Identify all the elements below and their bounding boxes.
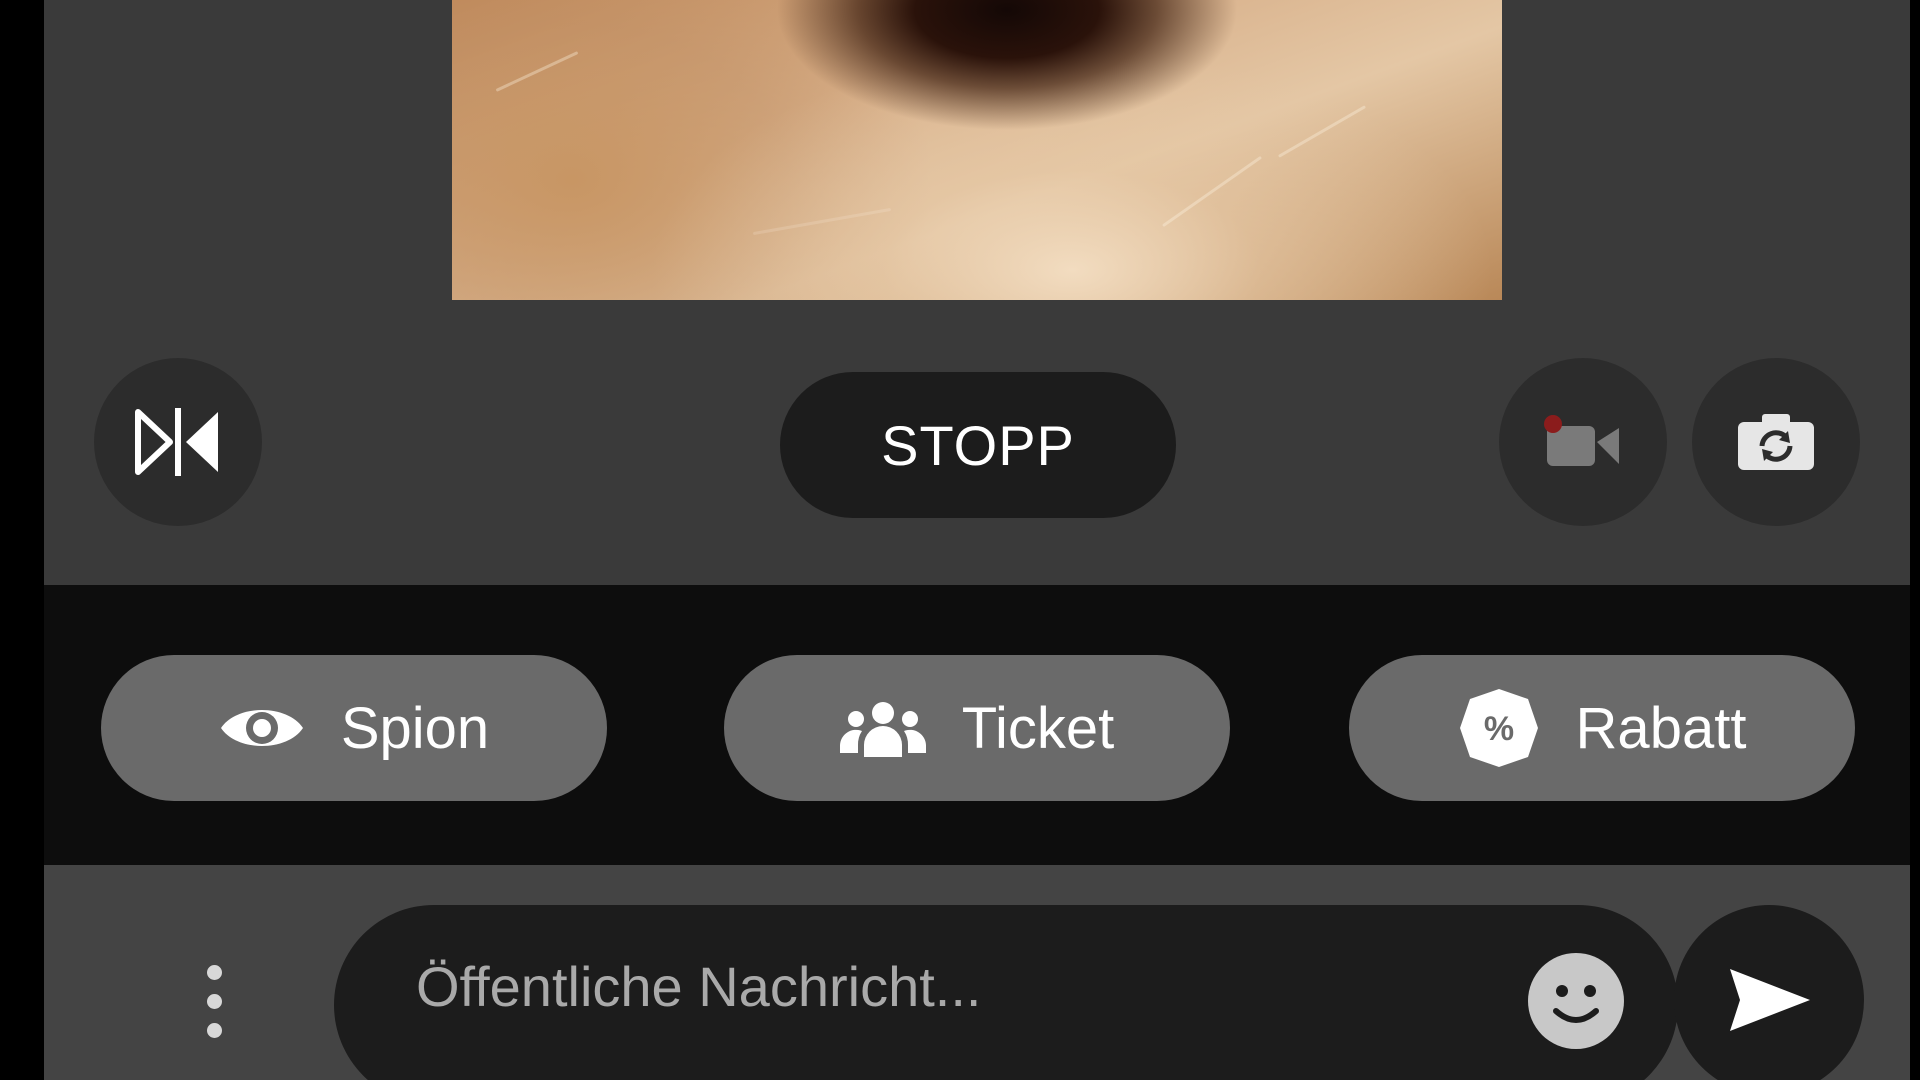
send-button[interactable] [1674, 905, 1864, 1080]
spion-button[interactable]: Spion [101, 655, 607, 801]
switch-camera-button[interactable] [1692, 358, 1860, 526]
spion-label: Spion [340, 695, 490, 761]
percent-badge-icon: % [1459, 689, 1538, 767]
eye-icon [220, 710, 303, 746]
quick-actions: Spion Ticket % Rabatt [44, 585, 1910, 865]
smiley-icon [1553, 985, 1599, 1023]
more-vertical-icon[interactable] [184, 965, 244, 1080]
record-button[interactable] [1499, 358, 1667, 526]
emoji-button[interactable] [1528, 953, 1624, 1049]
rabatt-button[interactable]: % Rabatt [1349, 655, 1855, 801]
message-input-container [334, 905, 1678, 1080]
camera-switch-icon [1738, 414, 1814, 470]
stream-controls: STOPP [44, 300, 1910, 585]
public-message-input[interactable] [414, 940, 1468, 1032]
svg-text:%: % [1483, 710, 1513, 748]
video-record-icon [1544, 415, 1619, 466]
screen: STOPP Spion Ticket % Rabatt Öffentliche … [0, 0, 1920, 1080]
flip-horizontal-icon [135, 408, 218, 476]
video-area [44, 0, 1910, 303]
camera-preview [452, 0, 1502, 303]
stop-button[interactable]: STOPP [780, 372, 1176, 518]
ticket-label: Ticket [961, 695, 1115, 761]
message-bar [44, 865, 1910, 1080]
live-stream-panel: STOPP Spion Ticket % Rabatt Öffentliche … [44, 0, 1910, 1080]
ticket-button[interactable]: Ticket [724, 655, 1230, 801]
rabatt-label: Rabatt [1575, 695, 1747, 761]
group-icon [839, 702, 926, 757]
send-icon [1730, 969, 1810, 1031]
mirror-button[interactable] [94, 358, 262, 526]
